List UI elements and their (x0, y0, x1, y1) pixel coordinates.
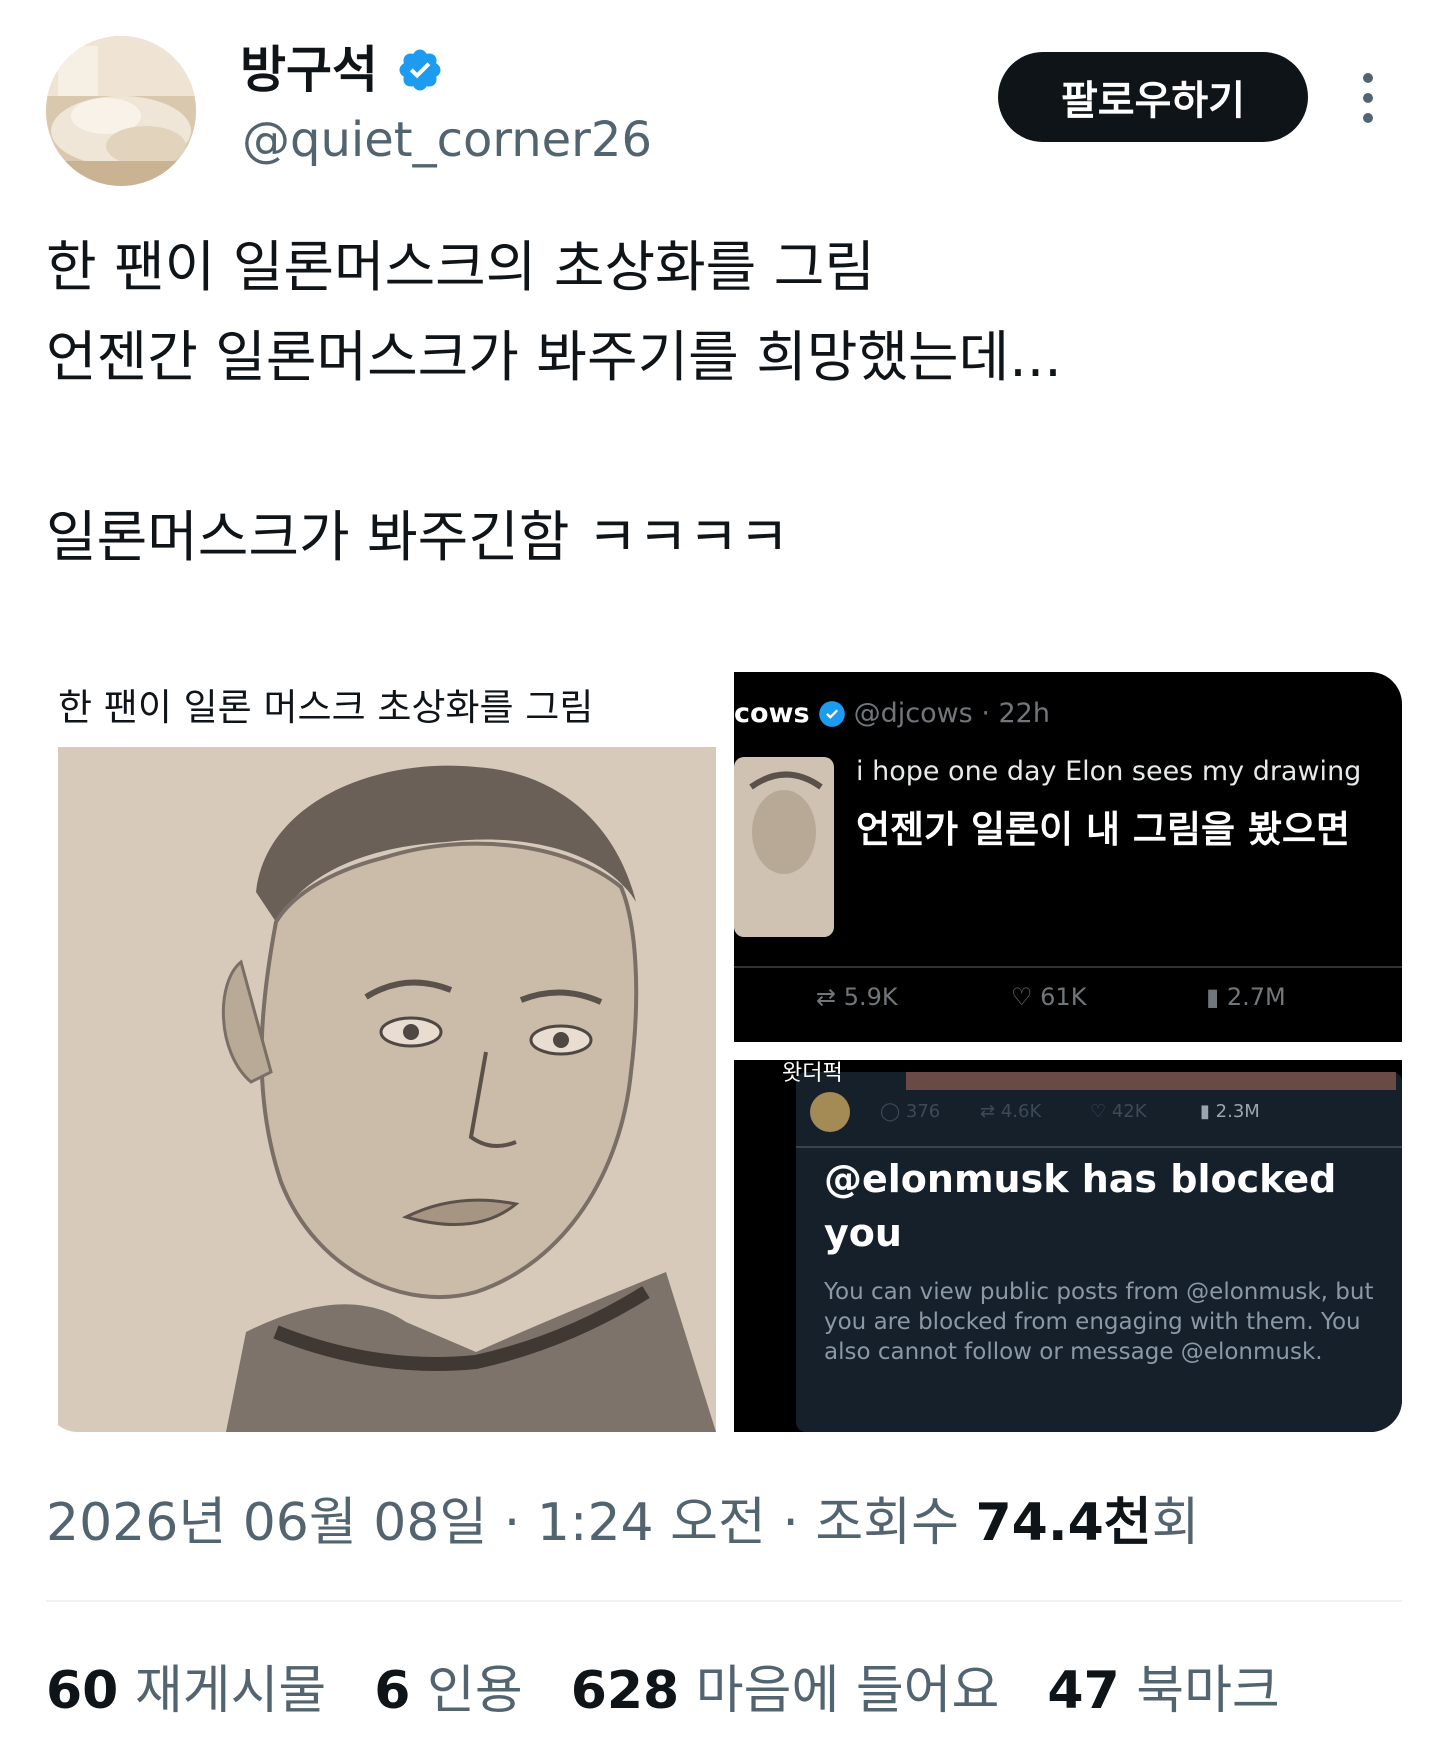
retweet-count: 5.9K (843, 983, 898, 1011)
stat-value: 47 (1047, 1661, 1120, 1721)
post-text: 한 팬이 일론머스크의 초상화를 그림 언젠간 일론머스크가 봐주기를 희망했는… (46, 235, 1062, 569)
stat-label: 재게시물 (134, 1661, 327, 1721)
views-count: 2.7M (1226, 983, 1286, 1011)
view-count: 74.4천 (975, 1493, 1152, 1553)
views-count-2: 2.3M (1215, 1101, 1260, 1122)
more-vertical-icon[interactable] (1356, 70, 1380, 126)
stat-label: 북마크 (1136, 1661, 1280, 1721)
repost-count: 4.6K (1000, 1101, 1042, 1122)
embedded-tweet-text-ko: 언젠가 일론이 내 그림을 봤으면 (856, 808, 1351, 851)
repost-stat: ⇄ 4.6K (980, 1101, 1042, 1122)
author-name[interactable]: 방구석 (240, 38, 378, 102)
verified-badge-icon (818, 701, 845, 727)
stat-label: 인용 (427, 1661, 523, 1721)
like-stat: ♡ 61K (1011, 983, 1087, 1011)
stat-value: 6 (374, 1661, 411, 1721)
stat-likes[interactable]: 628 마음에 들어요 (571, 1656, 1000, 1726)
like-stat-2: ♡ 42K (1090, 1101, 1147, 1122)
blocked-action-row: ◯ 376 ⇄ 4.6K ♡ 42K ▮ 2.3M (880, 1097, 1380, 1127)
retweet-stat: ⇄ 5.9K (816, 983, 898, 1011)
engagement-stats: 60 재게시물 6 인용 628 마음에 들어요 47 북마크 (46, 1656, 1328, 1726)
reply-count: 376 (905, 1101, 941, 1122)
author-name-row[interactable]: 방구석 (240, 38, 444, 102)
stat-quotes[interactable]: 6 인용 (374, 1656, 522, 1726)
post-meta: 2026년 06월 08일 · 1:24 오전 · 조회수 74.4천회 (46, 1488, 1199, 1558)
stat-reposts[interactable]: 60 재게시물 (46, 1656, 326, 1726)
stat-value: 60 (46, 1661, 119, 1721)
divider (46, 1600, 1402, 1602)
views-stat: ▮ 2.7M (1206, 983, 1286, 1011)
view-suffix: 회 (1151, 1493, 1200, 1553)
stat-value: 628 (570, 1661, 680, 1721)
portrait-sketch-image[interactable] (46, 672, 716, 1432)
reply-stat: ◯ 376 (880, 1101, 941, 1122)
author-handle[interactable]: @quiet_corner26 (242, 110, 652, 170)
stat-label: 마음에 들어요 (695, 1661, 1000, 1721)
blocked-body: You can view public posts from @elonmusk… (824, 1279, 1374, 1365)
stat-bookmarks[interactable]: 47 북마크 (1047, 1656, 1279, 1726)
like-count: 61K (1040, 983, 1087, 1011)
embedded-tweet-stats: ⇄ 5.9K ♡ 61K ▮ 2.7M (816, 977, 1402, 1017)
views-stat-2: ▮ 2.3M (1200, 1101, 1260, 1122)
avatar[interactable] (46, 36, 196, 186)
media-grid[interactable]: 한 팬이 일론 머스크 초상화를 그림 cows @djcows · 22h i… (46, 672, 1402, 1432)
embedded-tweet-user: cows (734, 698, 810, 729)
embedded-tweet-text-en: i hope one day Elon sees my drawing (856, 756, 1362, 787)
blocked-title: @elonmusk has blocked you (824, 1157, 1337, 1255)
verified-badge-icon (399, 49, 441, 91)
follow-button[interactable]: 팔로우하기 (998, 52, 1308, 142)
embedded-tweet-handle-time: @djcows · 22h (853, 698, 1050, 729)
post-datetime[interactable]: 2026년 06월 08일 · 1:24 오전 · 조회수 (46, 1493, 975, 1553)
left-image-caption: 한 팬이 일론 머스크 초상화를 그림 (58, 686, 594, 729)
embedded-tweet-user-row: cows @djcows · 22h (734, 694, 1402, 734)
watermark-text: 왓더퍽 (782, 1061, 843, 1086)
like-count-2: 42K (1111, 1101, 1147, 1122)
